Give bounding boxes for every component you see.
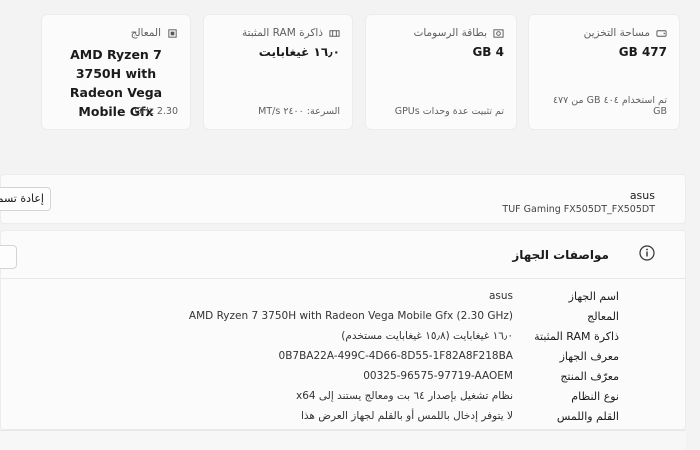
gpu-card-title: بطاقة الرسومات — [413, 27, 487, 39]
spec-value: 0B7BA22A-499C-4D66-8D55-1F82A8F218BA — [278, 350, 513, 362]
gpu-icon — [493, 28, 504, 38]
spec-label: نوع النظام — [571, 390, 619, 403]
copy-button[interactable] — [0, 245, 17, 269]
storage-card-footer: تم استخدام ٤٠٤ GB من ٤٧٧ GB — [552, 95, 667, 117]
device-specs-panel: مواصفات الجهاز اسم الجهاز asus المعالج A… — [0, 230, 686, 430]
processor-card-footer: 2.30 GHz — [134, 106, 178, 117]
spec-value: ١٦٫٠ غيغابايت (١٥٫٨ غيغابايت مستخدم) — [341, 330, 513, 342]
storage-card-title: مساحة التخزين — [583, 27, 650, 39]
cpu-icon — [168, 28, 177, 38]
gpu-card: بطاقة الرسومات 4 GB تم تثبيت عدة وحدات G… — [365, 14, 517, 130]
device-model: TUF Gaming FX505DT_FX505DT — [502, 204, 655, 215]
spec-label: المعالج — [587, 310, 619, 323]
storage-card: مساحة التخزين 477 GB تم استخدام ٤٠٤ GB م… — [528, 14, 680, 130]
gpu-card-header: بطاقة الرسومات — [413, 27, 504, 39]
processor-card-header: المعالج — [131, 27, 178, 39]
specs-title: مواصفات الجهاز — [512, 248, 609, 262]
ram-card-value: ١٦٫٠ غيغابايت — [258, 45, 340, 59]
ram-card: ذاكرة RAM المثبتة ١٦٫٠ غيغابايت السرعة: … — [203, 14, 353, 130]
spec-label: معرّف المنتج — [560, 370, 619, 383]
spec-label: معرف الجهاز — [559, 350, 619, 363]
spec-value: AMD Ryzen 7 3750H with Radeon Vega Mobil… — [188, 310, 513, 322]
spec-label: اسم الجهاز — [568, 290, 619, 303]
spec-value: 00325-96575-97719-AAOEM — [363, 370, 513, 382]
ram-card-title: ذاكرة RAM المثبتة — [241, 27, 323, 39]
storage-icon — [656, 29, 667, 37]
processor-card-title: المعالج — [130, 27, 161, 39]
processor-card: المعالج AMD Ryzen 7 3750H with Radeon Ve… — [41, 14, 191, 130]
rename-button[interactable]: إعادة تسمية — [0, 187, 51, 211]
gpu-card-footer: تم تثبيت عدة وحدات GPUs — [394, 106, 504, 117]
bottom-strip — [0, 430, 686, 450]
storage-card-value: 477 GB — [618, 45, 667, 59]
divider — [1, 278, 685, 279]
spec-value: نظام تشغيل بإصدار ٦٤ بت ومعالج يستند إلى… — [296, 390, 513, 402]
device-name-panel: إعادة تسمية asus TUF Gaming FX505DT_FX50… — [0, 174, 686, 224]
spec-label: القلم واللمس — [556, 410, 619, 423]
ram-card-header: ذاكرة RAM المثبتة — [242, 27, 340, 39]
spec-label: ذاكرة RAM المثبتة — [534, 330, 619, 343]
ram-icon — [329, 29, 340, 37]
storage-card-header: مساحة التخزين — [584, 27, 667, 39]
gpu-card-value: 4 GB — [472, 45, 504, 59]
ram-card-footer: السرعة: ٢٤٠٠ MT/s — [258, 106, 340, 117]
device-name: asus — [629, 189, 655, 202]
info-icon — [639, 245, 655, 261]
spec-value: asus — [488, 290, 513, 302]
spec-value: لا يتوفر إدخال باللمس أو بالقلم لجهاز ال… — [301, 410, 513, 422]
